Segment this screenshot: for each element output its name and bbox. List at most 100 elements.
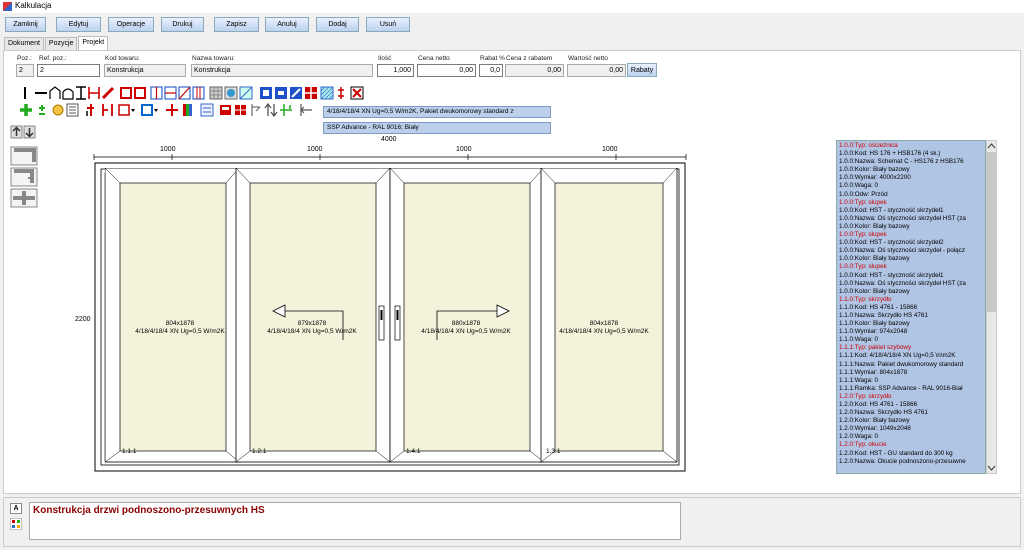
property-line[interactable]: 1.0.0:Waga: 0 — [839, 182, 983, 190]
tab-pozycje[interactable]: Pozycje — [44, 37, 78, 50]
plus-minus-icon[interactable] — [39, 105, 45, 115]
properties-scroll-thumb[interactable] — [987, 152, 996, 312]
grid-color-icon[interactable] — [10, 518, 22, 530]
down-arrow-icon[interactable] — [23, 125, 36, 139]
vertical-split-icon[interactable] — [150, 86, 163, 100]
property-line[interactable]: 1.1.0:Kod: HS 4761 - 15866 — [839, 304, 983, 312]
beam-icon[interactable] — [76, 86, 86, 100]
property-line[interactable]: 1.1.1:Kod: 4/18/4/18/4 XN Ug=0,5 \n\m2K — [839, 352, 983, 360]
glass-icon[interactable] — [239, 86, 253, 100]
property-line[interactable]: 1.2.0:Waga: 0 — [839, 433, 983, 441]
blue-panel-icon-1[interactable] — [260, 87, 272, 99]
cena-rabat-field[interactable]: 0,00 — [505, 64, 564, 77]
line-vertical-icon[interactable] — [24, 87, 26, 99]
table-icon[interactable] — [235, 105, 246, 115]
up-arrow-icon[interactable] — [10, 125, 23, 139]
diag-split-icon[interactable] — [178, 86, 191, 100]
property-line[interactable]: 1.1.0:Wymiar: 974x2048 — [839, 328, 983, 336]
property-line[interactable]: 1.1.1:Waga: 0 — [839, 377, 983, 385]
property-line[interactable]: 1.2.0:Kod: HS 4761 - 15866 — [839, 401, 983, 409]
cena-field[interactable]: 0,00 — [417, 64, 476, 77]
diagonal-icon[interactable] — [101, 86, 115, 100]
kod-field[interactable]: Konstrukcja — [104, 64, 186, 77]
mesh-icon[interactable] — [320, 86, 334, 100]
square-red-icon-2[interactable] — [134, 87, 146, 99]
property-line[interactable]: 1.2.0:Typ: skrzydło — [839, 393, 983, 401]
cancel-button[interactable]: Anuluj — [265, 17, 309, 32]
frame-color-select[interactable]: SSP Advance - RAL 9016; Biały — [323, 122, 551, 134]
tab-dokument[interactable]: Dokument — [4, 37, 44, 50]
wartosc-field[interactable]: 0,00 — [567, 64, 626, 77]
property-line[interactable]: 1.0.0:Kolor: Biały bazowy — [839, 288, 983, 296]
property-line[interactable]: 1.1.1:Typ: pakiet szybowy — [839, 344, 983, 352]
cross-panel-icon[interactable] — [305, 87, 317, 99]
property-line[interactable]: 1.0.0:Nazwa: Schemat C - HS176 z HSB176 — [839, 158, 983, 166]
property-line[interactable]: 1.0.0:Kolor: Biały bazowy — [839, 223, 983, 231]
sash-handle-icon[interactable] — [102, 104, 113, 116]
frame-profile-icon[interactable] — [10, 146, 38, 166]
sash-2[interactable] — [235, 168, 391, 463]
property-line[interactable]: 1.1.0:Nazwa: Skrzydło HS 4761 — [839, 312, 983, 320]
description-text[interactable]: Konstrukcja drzwi podnoszono-przesuwnych… — [29, 502, 681, 540]
ref-field[interactable]: 2 — [37, 64, 100, 77]
list-icon[interactable] — [66, 103, 79, 117]
property-line[interactable]: 1.0.0:Nazwa: Oś styczności skrzydeł HST … — [839, 215, 983, 223]
sash-dropdown-icon[interactable] — [118, 104, 135, 116]
add-button[interactable]: Dodaj — [316, 17, 359, 32]
property-line[interactable]: 1.0.0:Kolor: Biały bazowy — [839, 166, 983, 174]
calc-icon[interactable] — [200, 103, 214, 117]
operations-button[interactable]: Operacje — [108, 17, 154, 32]
split-three-icon[interactable] — [192, 86, 205, 100]
sash-4[interactable] — [540, 168, 678, 463]
square-red-icon[interactable] — [120, 87, 132, 99]
tab-projekt[interactable]: Projekt — [78, 36, 109, 50]
line-horizontal-icon[interactable] — [35, 92, 47, 94]
font-a-button[interactable]: A — [10, 503, 22, 514]
property-line[interactable]: 1.2.0:Nazwa: Skrzydło HS 4761 — [839, 409, 983, 417]
property-line[interactable]: 1.2.0:Wymiar: 1049x2048 — [839, 425, 983, 433]
property-line[interactable]: 1.2.0:Typ: okucie — [839, 441, 983, 449]
nazwa-field[interactable]: Konstrukcja — [191, 64, 373, 77]
property-line[interactable]: 1.1.1:Nazwa: Pakiet dwukomorowy standard — [839, 361, 983, 369]
grid-icon[interactable] — [209, 86, 223, 100]
delete-icon[interactable] — [350, 86, 364, 100]
split-arrow-icon[interactable] — [251, 104, 261, 116]
property-line[interactable]: 1.0.0:Nazwa: Oś styczności skrzydeł - po… — [839, 247, 983, 255]
save-button[interactable]: Zapisz — [214, 17, 259, 32]
print-button[interactable]: Drukuj — [161, 17, 204, 32]
delete-button[interactable]: Usuń — [366, 17, 410, 32]
sash-3[interactable] — [389, 168, 545, 463]
align-left-icon[interactable] — [300, 104, 312, 116]
h-frame-icon[interactable] — [88, 87, 100, 99]
sash-1[interactable] — [105, 168, 240, 463]
property-line[interactable]: 1.0.0:Kod: HST - styczność skrzydeł1 — [839, 272, 983, 280]
property-line[interactable]: 1.1.0:Kolor: Biały bazowy — [839, 320, 983, 328]
property-line[interactable]: 1.0.0:Typ: słupek — [839, 263, 983, 271]
property-line[interactable]: 1.0.0:Kod: HST - styczność skrzydeł2 — [839, 239, 983, 247]
rect-arch-icon[interactable] — [62, 88, 74, 100]
property-line[interactable]: 1.2.0:Kolor: Biały bazowy — [839, 417, 983, 425]
property-line[interactable]: 1.0.0:Wymiar: 4000x2200 — [839, 174, 983, 182]
hand-icon[interactable] — [52, 104, 64, 116]
ilosc-field[interactable]: 1,000 — [377, 64, 414, 77]
arch-shape-icon[interactable] — [49, 86, 61, 99]
glass-select[interactable]: 4/18/4/18/4 XN Ug=0,5 W/m2K, Pakiet dwuk… — [323, 106, 551, 118]
properties-list[interactable]: 1.0.0:Typ: ościeżnica 1.0.0:Kod: HS 176 +… — [836, 140, 986, 474]
horizontal-split-icon[interactable] — [164, 86, 177, 100]
property-line[interactable]: 1.1.1:Wymiar: 804x1878 — [839, 369, 983, 377]
scroll-down-icon[interactable] — [987, 464, 996, 472]
mullion-profile-icon[interactable] — [10, 188, 38, 208]
property-line[interactable]: 1.0.0:Odw: Przód — [839, 191, 983, 199]
property-line[interactable]: 1.0.0:Typ: słupek — [839, 231, 983, 239]
property-line[interactable]: 1.1.0:Waga: 0 — [839, 336, 983, 344]
property-line[interactable]: 1.0.0:Nazwa: Oś styczności skrzydeł HST … — [839, 280, 983, 288]
shape-fill-icon[interactable] — [224, 86, 238, 100]
edit-button[interactable]: Edytuj — [56, 17, 101, 32]
blue-panel-icon-3[interactable] — [290, 87, 302, 99]
mullion-icon[interactable] — [338, 87, 344, 99]
property-line[interactable]: 1.0.0:Kolor: Biały bazowy — [839, 255, 983, 263]
blue-panel-icon-2[interactable] — [275, 87, 287, 99]
close-button[interactable]: Zamknij — [5, 17, 46, 32]
sash-profile-icon[interactable] — [10, 167, 38, 187]
robot-icon[interactable] — [220, 105, 231, 115]
